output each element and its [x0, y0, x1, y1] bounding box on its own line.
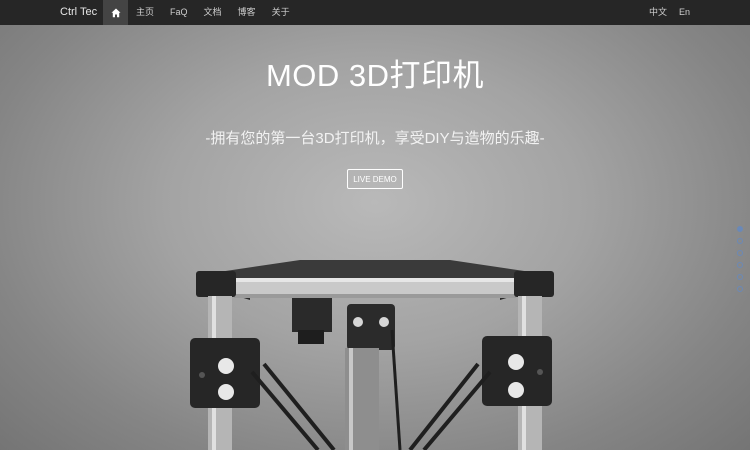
- nav-item-docs[interactable]: 文档: [196, 0, 230, 25]
- side-dot[interactable]: [737, 226, 743, 232]
- hero-subtitle: -拥有您的第一台3D打印机，享受DIY与造物的乐趣-: [205, 130, 545, 147]
- brand-logo[interactable]: Ctrl Tec: [60, 0, 97, 25]
- nav-item-about[interactable]: 关于: [264, 0, 298, 25]
- nav-item-main[interactable]: 主页: [128, 0, 162, 25]
- nav-item-faq[interactable]: FaQ: [162, 0, 196, 25]
- nav-item-home[interactable]: [103, 0, 128, 25]
- nav-item-blog[interactable]: 博客: [230, 0, 264, 25]
- top-navbar: Ctrl Tec 主页 FaQ 文档 博客 关于 中文 En: [0, 0, 750, 25]
- side-dot[interactable]: [737, 238, 743, 244]
- main-nav: 主页 FaQ 文档 博客 关于: [103, 0, 298, 25]
- side-dot[interactable]: [737, 274, 743, 280]
- side-dot[interactable]: [737, 286, 743, 292]
- live-demo-button[interactable]: LIVE DEMO: [347, 169, 403, 189]
- home-icon: [111, 8, 120, 17]
- language-switcher: 中文 En: [643, 0, 750, 25]
- lang-chinese[interactable]: 中文: [643, 0, 673, 25]
- side-dot[interactable]: [737, 250, 743, 256]
- page: Ctrl Tec 主页 FaQ 文档 博客 关于 中文 En MOD 3D打印机…: [0, 0, 750, 450]
- side-dot[interactable]: [737, 262, 743, 268]
- lang-english[interactable]: En: [673, 0, 696, 25]
- hero-title: MOD 3D打印机: [265, 58, 485, 93]
- side-nav-dots: [736, 226, 744, 298]
